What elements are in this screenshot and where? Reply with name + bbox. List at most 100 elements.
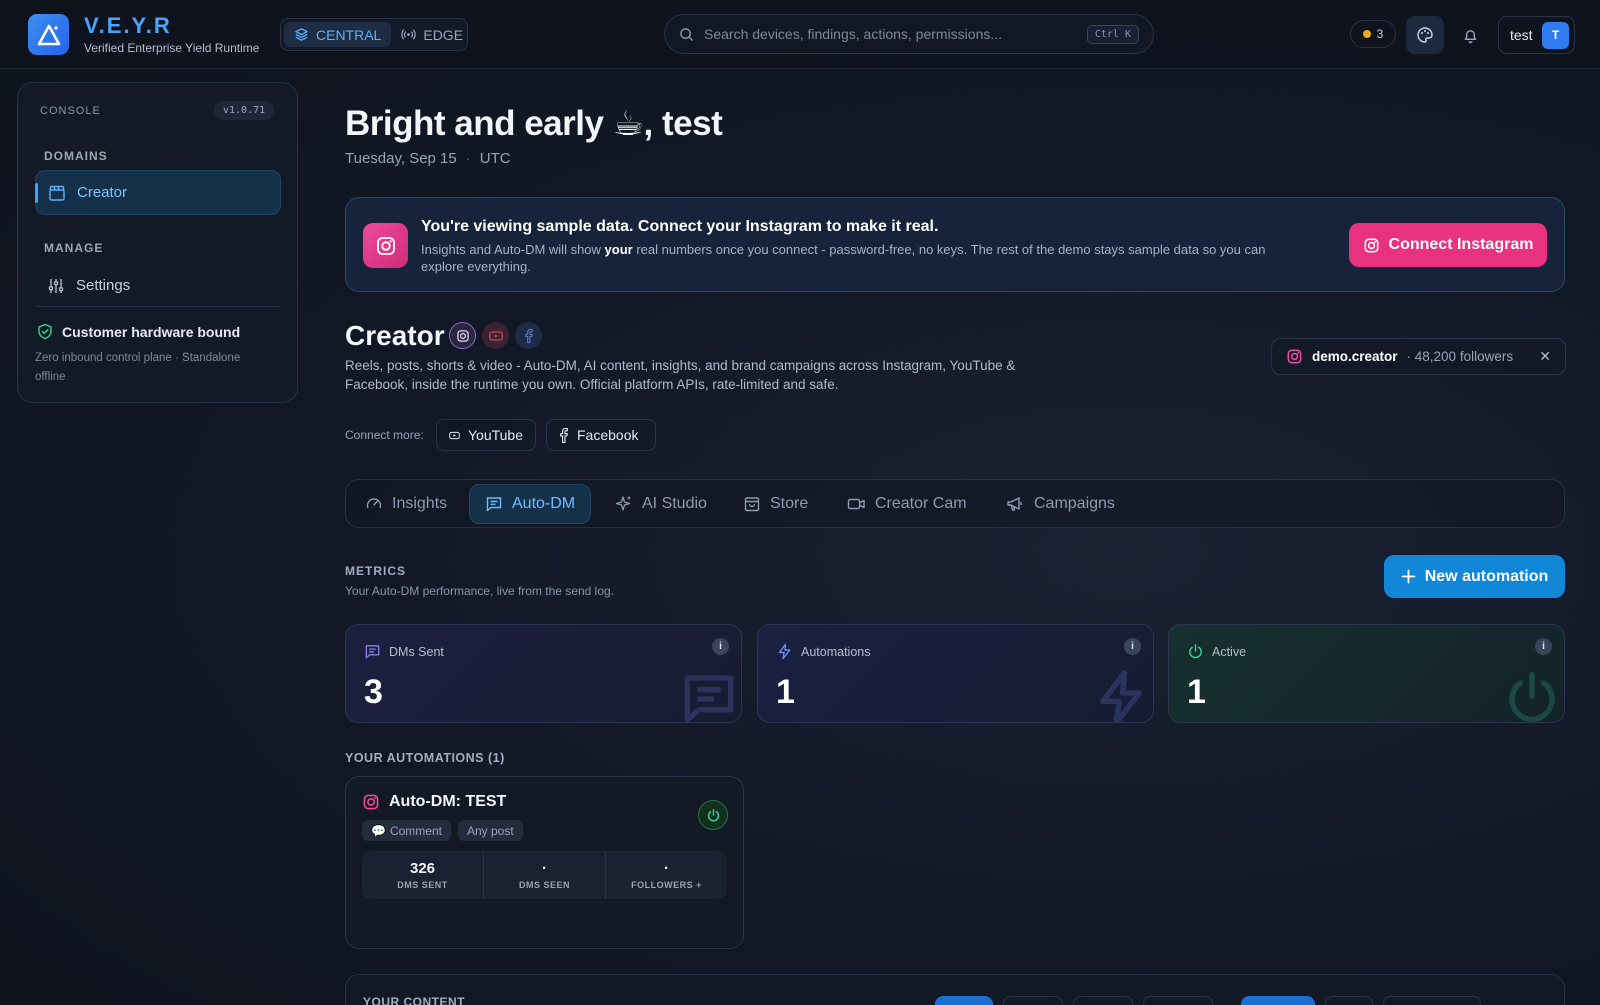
- mode-central-button[interactable]: CENTRAL: [284, 22, 392, 47]
- sidebar: CONSOLE v1.0.71 DOMAINS Creator MANAGE S…: [17, 82, 298, 403]
- automation-stats: 326 DMS SENT · DMS SEEN · FOLLOWERS +: [362, 851, 727, 899]
- automation-title: Auto-DM: TEST: [362, 793, 506, 811]
- sample-data-banner: You're viewing sample data. Connect your…: [345, 197, 1565, 292]
- sidebar-manage-heading: MANAGE: [44, 241, 104, 255]
- sidebar-console-label: CONSOLE: [40, 105, 101, 117]
- power-watermark-icon: [1509, 672, 1555, 722]
- content-sort-button[interactable]: [1241, 996, 1315, 1005]
- gauge-icon: [366, 498, 382, 509]
- sidebar-divider: [35, 306, 281, 307]
- connect-facebook-label: Facebook: [577, 427, 639, 443]
- content-filter-button[interactable]: [1003, 996, 1063, 1005]
- connect-instagram-button[interactable]: Connect Instagram: [1349, 223, 1547, 267]
- brand-name: V.E.Y.R: [84, 13, 172, 38]
- user-name: test: [1510, 27, 1533, 43]
- instagram-icon: [1287, 349, 1302, 364]
- scope-chip: Any post: [458, 820, 523, 841]
- connect-youtube-button[interactable]: YouTube: [436, 419, 536, 451]
- mode-central-label: CENTRAL: [316, 26, 382, 43]
- banner-title: You're viewing sample data. Connect your…: [421, 218, 939, 235]
- trigger-chip: 💬 Comment: [362, 820, 451, 841]
- info-icon[interactable]: i: [712, 638, 729, 655]
- connect-facebook-button[interactable]: Facebook: [546, 419, 656, 451]
- tab-label: Creator Cam: [875, 495, 967, 512]
- content-filter-button[interactable]: [1143, 996, 1213, 1005]
- sidebar-item-label: Settings: [76, 277, 131, 294]
- tab-label: Store: [770, 495, 809, 512]
- version-badge: v1.0.71: [214, 101, 275, 120]
- metric-card-dms-sent: DMs Sent 3 i: [345, 624, 742, 723]
- instagram-icon: [363, 223, 408, 268]
- info-icon[interactable]: i: [1535, 638, 1552, 655]
- veyr-logo-icon[interactable]: [28, 14, 69, 55]
- bell-icon: [1464, 29, 1476, 43]
- info-icon[interactable]: i: [1124, 638, 1141, 655]
- content-sort-button[interactable]: [1383, 996, 1481, 1005]
- tab-creator-cam[interactable]: Creator Cam: [832, 484, 982, 524]
- global-search[interactable]: Ctrl K: [664, 14, 1154, 54]
- speech-bubble-icon: 💬: [371, 823, 386, 838]
- metric-card-automations: Automations 1 i: [757, 624, 1154, 723]
- page-title: Bright and early ☕, test: [345, 104, 723, 143]
- content-sort-button[interactable]: [1325, 996, 1373, 1005]
- connect-instagram-label: Connect Instagram: [1388, 236, 1534, 253]
- mode-edge-button[interactable]: EDGE: [391, 22, 473, 47]
- tab-label: AI Studio: [642, 495, 707, 512]
- metrics-heading: METRICS: [345, 564, 406, 578]
- message-watermark-icon: [684, 675, 734, 722]
- metrics-subtitle: Your Auto-DM performance, live from the …: [345, 584, 615, 598]
- account-followers: · 48,200 followers: [1406, 349, 1514, 364]
- power-icon: [1189, 644, 1202, 659]
- close-icon[interactable]: ✕: [1539, 348, 1551, 365]
- search-shortcut: Ctrl K: [1086, 24, 1139, 44]
- content-filter-button[interactable]: [1073, 996, 1133, 1005]
- tab-ai-studio[interactable]: AI Studio: [600, 484, 722, 524]
- metric-label: Active: [1187, 643, 1246, 660]
- notifications-button[interactable]: [1451, 16, 1489, 54]
- clapperboard-icon: [49, 185, 65, 201]
- content-filter-button[interactable]: [935, 996, 993, 1005]
- plus-icon: [1401, 569, 1416, 584]
- tab-insights[interactable]: Insights: [350, 484, 462, 524]
- sparkle-icon: [615, 496, 631, 511]
- user-menu[interactable]: test T: [1498, 16, 1575, 54]
- creator-tabs: Insights Auto-DM AI Studio Store Creator…: [345, 479, 1565, 528]
- alert-count-badge[interactable]: 3: [1350, 20, 1396, 48]
- facebook-platform-icon: [515, 322, 542, 349]
- metric-value: 3: [364, 673, 383, 711]
- metric-card-active: Active 1 i: [1168, 624, 1565, 723]
- layers-icon: [295, 28, 308, 41]
- radio-waves-icon: [401, 29, 417, 40]
- new-automation-button[interactable]: New automation: [1384, 555, 1565, 598]
- brand-subtitle: Verified Enterprise Yield Runtime: [84, 41, 260, 55]
- sidebar-item-creator[interactable]: Creator: [35, 170, 281, 215]
- search-input[interactable]: [704, 26, 1087, 42]
- tab-label: Auto-DM: [512, 495, 576, 512]
- tab-campaigns[interactable]: Campaigns: [991, 484, 1130, 524]
- metric-value: 1: [1187, 673, 1206, 711]
- video-icon: [847, 498, 865, 510]
- mode-toggle: CENTRAL EDGE: [280, 18, 468, 51]
- theme-palette-button[interactable]: [1406, 16, 1444, 54]
- section-title: Creator: [345, 320, 445, 351]
- hardware-bound-status: Customer hardware bound: [37, 323, 240, 340]
- facebook-icon: [560, 427, 568, 443]
- separator-dot: ·: [465, 150, 471, 167]
- automation-card[interactable]: Auto-DM: TEST 💬 Comment Any post 326 DMS…: [345, 776, 744, 949]
- mode-edge-label: EDGE: [423, 26, 464, 43]
- metric-value: 1: [776, 673, 795, 711]
- status-dot-icon: [1362, 30, 1371, 38]
- youtube-platform-icon: [482, 322, 509, 349]
- message-icon: [365, 645, 380, 659]
- tab-auto-dm[interactable]: Auto-DM: [469, 484, 592, 524]
- section-description: Reels, posts, shorts & video - Auto-DM, …: [345, 358, 1016, 392]
- tab-store[interactable]: Store: [728, 484, 823, 524]
- hardware-bound-title: Customer hardware bound: [62, 323, 241, 340]
- metric-label: Automations: [776, 643, 870, 660]
- sidebar-item-settings[interactable]: Settings: [35, 263, 281, 308]
- connected-account-chip[interactable]: demo.creator · 48,200 followers ✕: [1271, 338, 1566, 375]
- content-panel: YOUR CONTENT: [345, 974, 1565, 1005]
- alert-count: 3: [1376, 27, 1384, 41]
- youtube-icon: [449, 431, 460, 439]
- automation-power-toggle[interactable]: [698, 800, 728, 830]
